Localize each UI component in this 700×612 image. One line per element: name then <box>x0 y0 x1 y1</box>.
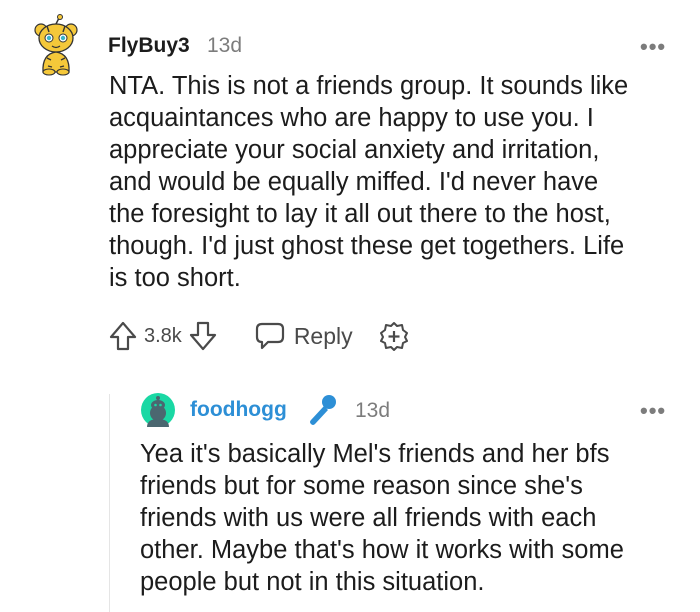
microphone-icon <box>310 395 336 425</box>
reply-line: Yea it's basically Mel's friends and her… <box>140 440 610 468</box>
comment-timestamp: 13d <box>207 34 243 57</box>
arrow-down-icon[interactable] <box>188 320 218 352</box>
comment-line: acquaintances who are happy to use you. … <box>109 104 594 132</box>
top-comment: FlyBuy3 13d ••• NTA. This is not a frien… <box>0 0 700 612</box>
arrow-up-icon[interactable] <box>108 320 138 352</box>
comment-body: NTA. This is not a friends group. It sou… <box>109 70 628 294</box>
reply-button[interactable]: Reply <box>254 321 353 351</box>
reply-line: other. Maybe that's how it works with so… <box>140 536 624 564</box>
snoo-avatar-icon[interactable] <box>33 14 79 76</box>
snoo-avatar-icon[interactable] <box>141 393 175 427</box>
comment-line: the foresight to lay it all out there to… <box>109 200 611 228</box>
thread-line[interactable] <box>109 394 110 612</box>
speech-bubble-icon <box>255 322 284 350</box>
vote-count: 3.8k <box>144 324 182 347</box>
reply-line: friends with us were all friends with ea… <box>140 504 597 532</box>
comment-line: appreciate your social anxiety and irrit… <box>109 136 600 164</box>
reply-label: Reply <box>293 322 353 349</box>
comment-actions: 3.8k Reply <box>108 318 409 354</box>
reply-body: Yea it's basically Mel's friends and her… <box>140 438 624 598</box>
comment-line: and would be equally miffed. I'd never h… <box>109 168 599 196</box>
comment-line: NTA. This is not a friends group. It sou… <box>109 72 629 100</box>
comment-line: is too short. <box>109 264 241 292</box>
more-dots-icon[interactable]: ••• <box>640 36 666 58</box>
reply-line: friends but for some reason since she's <box>140 472 583 500</box>
award-plus-icon <box>379 322 408 351</box>
comment-line: though. I'd just ghost these get togethe… <box>109 232 625 260</box>
more-dots-icon[interactable]: ••• <box>640 400 666 422</box>
comment-username[interactable]: FlyBuy3 <box>108 34 190 58</box>
reply-line: people but not in this situation. <box>140 568 485 596</box>
reply-timestamp: 13d <box>355 399 391 422</box>
reply-username[interactable]: foodhogg <box>190 398 287 422</box>
award-button[interactable] <box>379 321 409 351</box>
